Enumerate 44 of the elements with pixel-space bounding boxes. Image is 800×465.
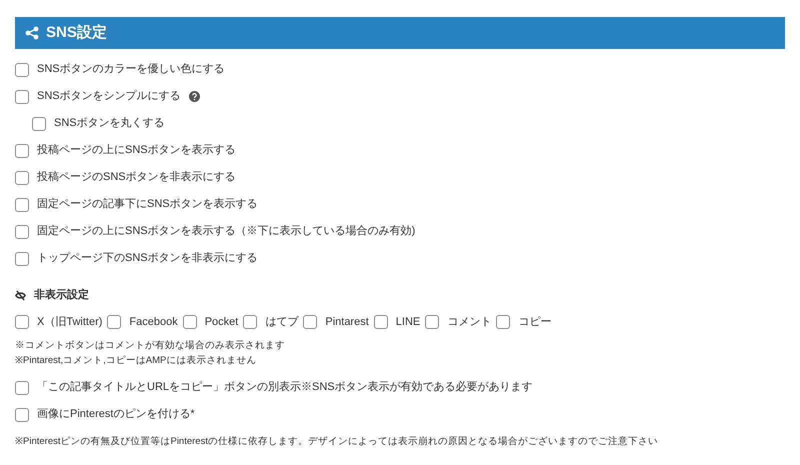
note-text: ※コメントボタンはコメントが有効な場合のみ表示されます <box>15 339 286 353</box>
option-label: SNSボタンをシンプルにする <box>37 88 181 104</box>
option-label: SNSボタンのカラーを優しい色にする <box>37 62 225 78</box>
service-label: コメント <box>447 314 492 330</box>
checkbox[interactable] <box>15 408 29 422</box>
checkbox[interactable] <box>15 314 29 329</box>
checkbox[interactable] <box>425 314 440 329</box>
checkbox[interactable] <box>15 170 29 184</box>
note-text: ※Pinterestピンの有無及び位置等はPinterestの仕様に依存します。デザインによっては表示崩れの原因となる場合がございますのでご注意下さい <box>15 435 659 449</box>
checkbox[interactable] <box>107 314 122 329</box>
service-label: LINE <box>396 314 420 330</box>
service-label: コピー <box>518 314 552 330</box>
eye-off-icon <box>15 290 26 301</box>
checkbox[interactable] <box>15 380 29 394</box>
checkbox[interactable] <box>374 314 388 329</box>
checkbox[interactable] <box>303 314 318 329</box>
checkbox[interactable] <box>32 116 46 130</box>
service-label: はてブ <box>265 314 298 330</box>
service-label: Pocket <box>204 314 238 330</box>
option-label: SNSボタンを丸くする <box>54 116 165 132</box>
subsection-title: 非表示設定 <box>34 288 89 303</box>
checkbox[interactable] <box>15 90 29 104</box>
checkbox[interactable] <box>182 314 197 329</box>
option-label: 投稿ページの上にSNSボタンを表示する <box>37 143 236 158</box>
checkbox[interactable] <box>15 252 29 266</box>
option-label: 「この記事タイトルとURLをコピー」ボタンの別表示※SNSボタン表示が有効である必要があります <box>37 380 533 396</box>
checkbox[interactable] <box>496 314 510 329</box>
checkbox[interactable] <box>15 144 29 158</box>
option-label: トップページ下のSNSボタンを非表示にする <box>37 250 258 266</box>
checkbox[interactable] <box>15 198 29 212</box>
help-icon[interactable] <box>188 91 200 102</box>
option-label: 固定ページの上にSNSボタンを表示する（※下に表示している場合のみ有効) <box>37 224 416 240</box>
option-label: 画像にPinterestのピンを付ける* <box>37 407 195 422</box>
checkbox[interactable] <box>243 314 258 329</box>
share-icon <box>25 26 39 40</box>
checkbox[interactable] <box>15 62 29 76</box>
service-label: Facebook <box>129 314 178 330</box>
service-label: Pintarest <box>325 314 369 330</box>
option-label: 固定ページの記事下にSNSボタンを表示する <box>37 196 258 212</box>
option-label: 投稿ページのSNSボタンを非表示にする <box>37 170 236 186</box>
checkbox[interactable] <box>15 224 29 238</box>
section-title: SNS設定 <box>46 22 107 43</box>
service-label: X（旧Twitter) <box>37 314 102 330</box>
note-text: ※Pintarest,コメント,コピーはAMPには表示されません <box>15 354 258 368</box>
